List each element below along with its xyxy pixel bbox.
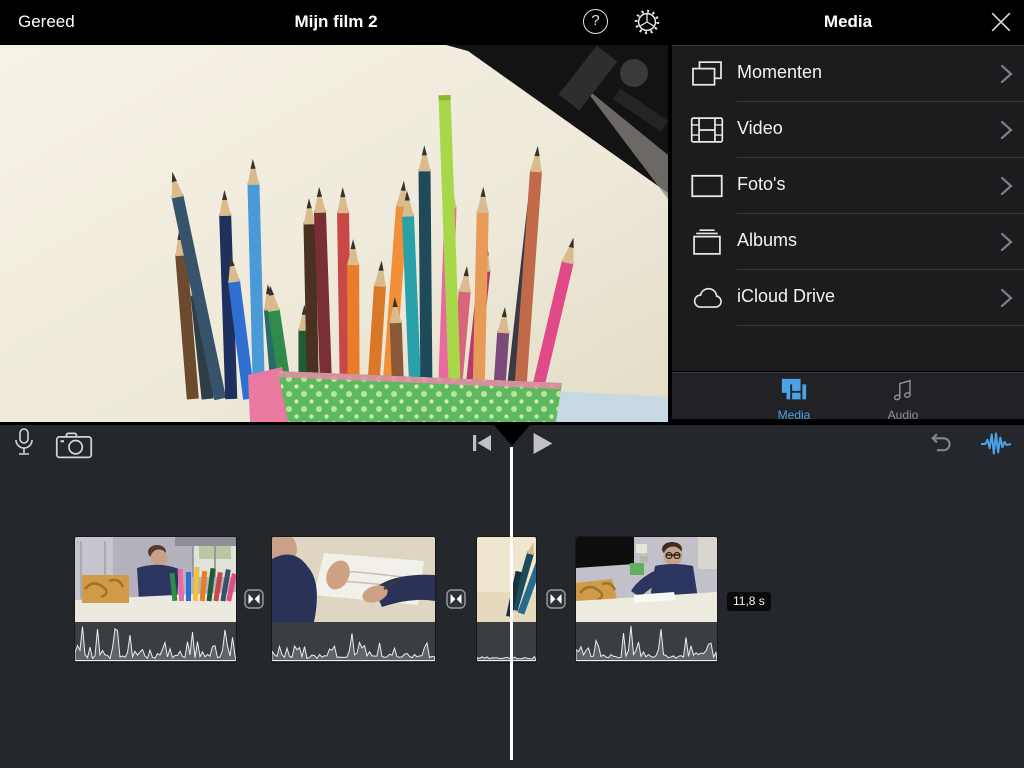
media-browser-panel: Momenten Video Foto's (672, 45, 1024, 371)
transition-dissolve-icon (546, 589, 566, 609)
media-item-video[interactable]: Video (672, 102, 1024, 158)
undo-icon (925, 431, 955, 456)
clip-duration-badge: 11,8 s (727, 592, 771, 611)
transition-button-1[interactable] (244, 589, 264, 609)
clip-audio-waveform (576, 622, 717, 662)
transition-dissolve-icon (446, 589, 466, 609)
chevron-right-icon (1000, 119, 1014, 141)
clip-thumbnail (75, 537, 236, 622)
close-icon (990, 11, 1012, 33)
media-panel-title: Media (672, 12, 1024, 32)
audio-waveform-toggle-button[interactable] (980, 431, 1012, 457)
moments-icon (690, 60, 724, 88)
skip-to-start-icon (472, 434, 492, 452)
albums-icon (690, 228, 724, 256)
timeline-clip-1[interactable] (75, 537, 236, 662)
camera-icon (55, 431, 93, 459)
play-icon (532, 432, 554, 455)
media-item-icloud-drive[interactable]: iCloud Drive (672, 270, 1024, 326)
clip-thumbnail (576, 537, 717, 622)
clip-audio-waveform (272, 622, 435, 662)
video-icon (690, 116, 724, 144)
record-voiceover-button[interactable] (12, 428, 36, 458)
skip-to-start-button[interactable] (472, 434, 492, 452)
media-item-momenten[interactable]: Momenten (672, 46, 1024, 102)
top-bar-left: Gereed Mijn film 2 ? (0, 0, 672, 45)
question-mark-icon: ? (591, 12, 599, 29)
media-item-albums[interactable]: Albums (672, 214, 1024, 270)
timeline-clip-2[interactable] (272, 537, 435, 662)
media-tab-icon (780, 377, 808, 403)
photos-icon (690, 172, 724, 200)
separator (737, 325, 1024, 326)
settings-button[interactable] (633, 8, 661, 36)
transition-button-3[interactable] (546, 589, 566, 609)
chevron-right-icon (1000, 231, 1014, 253)
video-preview (0, 45, 668, 422)
timeline-area: 11,8 s (0, 425, 1024, 768)
clip-audio-waveform (477, 622, 536, 662)
audio-note-icon (891, 377, 915, 403)
chevron-right-icon (1000, 63, 1014, 85)
clip-audio-waveform (75, 622, 236, 662)
help-button[interactable]: ? (583, 9, 608, 34)
media-item-label: iCloud Drive (737, 286, 835, 307)
clip-thumbnail (272, 537, 435, 622)
media-item-fotos[interactable]: Foto's (672, 158, 1024, 214)
gear-icon (633, 8, 661, 36)
timeline-clip-4[interactable] (576, 537, 717, 662)
project-title: Mijn film 2 (0, 12, 672, 32)
media-audio-tabbar: Media Audio (672, 372, 1024, 419)
chevron-right-icon (1000, 287, 1014, 309)
media-item-label: Video (737, 118, 783, 139)
play-button[interactable] (532, 432, 554, 455)
timeline-clip-3[interactable] (477, 537, 536, 662)
top-bar-right: Media (672, 0, 1024, 45)
preview-frame-pencils (0, 45, 668, 422)
tab-audio[interactable]: Audio (865, 376, 941, 420)
tab-media[interactable]: Media (756, 376, 832, 420)
media-item-label: Foto's (737, 174, 785, 195)
media-item-label: Momenten (737, 62, 822, 83)
playhead (510, 447, 513, 760)
waveform-icon (980, 431, 1012, 457)
transition-dissolve-icon (244, 589, 264, 609)
clip-thumbnail (477, 537, 536, 622)
camera-button[interactable] (55, 431, 93, 459)
icloud-drive-icon (690, 284, 724, 312)
top-bar: Gereed Mijn film 2 ? Media (0, 0, 1024, 45)
microphone-icon (12, 428, 36, 458)
close-panel-button[interactable] (990, 11, 1012, 33)
transition-button-2[interactable] (446, 589, 466, 609)
undo-button[interactable] (925, 431, 955, 456)
chevron-right-icon (1000, 175, 1014, 197)
playhead-notch (494, 425, 530, 446)
media-item-label: Albums (737, 230, 797, 251)
imovie-app: Gereed Mijn film 2 ? Media (0, 0, 1024, 768)
